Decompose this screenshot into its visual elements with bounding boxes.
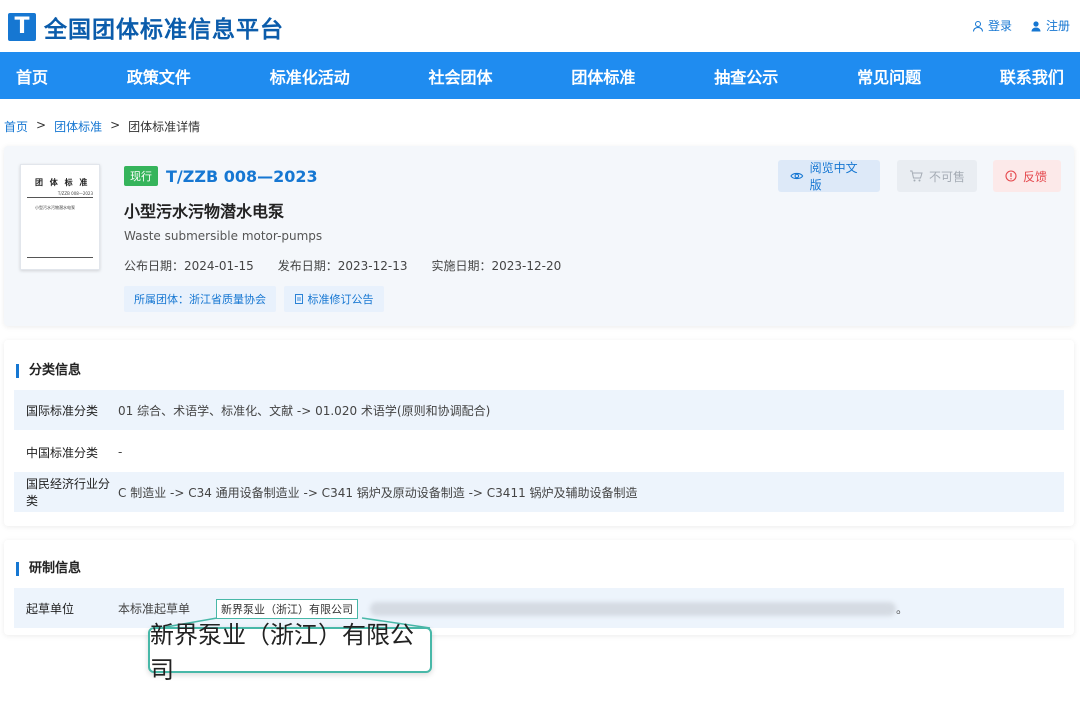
breadcrumb-home[interactable]: 首页 <box>4 118 28 135</box>
publish-date: 公布日期：2024-01-15 <box>124 259 254 273</box>
standard-summary-card: 团 体 标 准 T/ZZB 008—2023 小型污水污物潜水电泵 现行 T/Z… <box>4 146 1074 326</box>
site-title: 全国团体标准信息平台 <box>44 17 284 43</box>
status-badge: 现行 <box>124 166 158 186</box>
row-label: 国际标准分类 <box>26 403 99 418</box>
amendment-notice-chip[interactable]: 标准修订公告 <box>284 286 384 312</box>
standard-code: T/ZZB 008—2023 <box>166 167 318 186</box>
classification-row: 中国标准分类 - <box>14 432 1064 472</box>
thumbnail-code: T/ZZB 008—2023 <box>57 191 93 196</box>
breadcrumb-separator: > <box>110 118 121 132</box>
register-link[interactable]: 注册 <box>1030 17 1070 34</box>
standard-dates: 公布日期：2024-01-15 发布日期：2023-12-13 实施日期：202… <box>124 257 561 274</box>
row-label: 中国标准分类 <box>26 445 99 460</box>
main-nav: 首页 政策文件 标准化活动 社会团体 团体标准 抽查公示 常见问题 联系我们 <box>0 52 1080 99</box>
nav-item-faq[interactable]: 常见问题 <box>857 64 921 88</box>
standard-chips: 所属团体：浙江省质量协会 标准修订公告 <box>124 286 384 312</box>
user-filled-icon <box>1031 20 1041 31</box>
feedback-label: 反馈 <box>1023 169 1048 184</box>
standard-title: 小型污水污物潜水电泵 <box>124 202 285 221</box>
classification-row: 国民经济行业分类 C 制造业 -> C34 通用设备制造业 -> C341 锅炉… <box>14 472 1064 512</box>
breadcrumb-separator: > <box>36 118 47 132</box>
magnified-company-name: 新界泵业（浙江）有限公司 <box>148 621 432 684</box>
breadcrumb-current: 团体标准详情 <box>128 120 201 134</box>
document-icon <box>295 294 303 304</box>
thumbnail-heading: 团 体 标 准 <box>35 178 90 187</box>
not-for-sale-button[interactable]: 不可售 <box>897 160 977 192</box>
nav-item-home[interactable]: 首页 <box>16 64 48 88</box>
nav-item-policy[interactable]: 政策文件 <box>127 64 191 88</box>
thumbnail-rule <box>27 197 93 198</box>
site-logo[interactable]: T 全国团体标准信息平台 <box>8 10 284 44</box>
logo-icon: T <box>8 13 36 41</box>
nav-item-activities[interactable]: 标准化活动 <box>270 64 350 88</box>
drafter-prefix: 本标准起草单 <box>118 601 191 616</box>
breadcrumb: 首页 > 团体标准 > 团体标准详情 <box>4 118 200 135</box>
section-title: 分类信息 <box>16 364 81 378</box>
classification-section: 分类信息 国际标准分类 01 综合、术语学、标准化、文献 -> 01.020 术… <box>4 340 1074 526</box>
amendment-notice-label: 标准修订公告 <box>307 293 374 306</box>
thumbnail-name: 小型污水污物潜水电泵 <box>35 205 75 210</box>
login-label: 登录 <box>987 19 1012 33</box>
nav-item-organizations[interactable]: 社会团体 <box>429 64 493 88</box>
row-value: 01 综合、术语学、标准化、文献 -> 01.020 术语学(原则和协调配合) <box>118 403 491 418</box>
cart-icon <box>910 170 923 182</box>
row-label: 起草单位 <box>26 601 75 616</box>
nav-item-inspection[interactable]: 抽查公示 <box>714 64 778 88</box>
effective-date: 实施日期：2023-12-20 <box>431 259 562 273</box>
read-chinese-button[interactable]: 阅览中文版 <box>778 160 880 192</box>
top-header: T 全国团体标准信息平台 登录 注册 <box>0 0 1080 52</box>
auth-links: 登录 注册 <box>972 17 1070 34</box>
organization-chip[interactable]: 所属团体：浙江省质量协会 <box>124 286 276 312</box>
row-value: - <box>118 445 123 459</box>
standard-title-english: Waste submersible motor-pumps <box>124 229 323 243</box>
drafter-suffix: 。 <box>896 601 909 616</box>
redacted-text <box>370 602 897 616</box>
breadcrumb-standards[interactable]: 团体标准 <box>54 118 102 135</box>
row-value: C 制造业 -> C34 通用设备制造业 -> C341 锅炉及原动设备制造 -… <box>118 485 638 500</box>
read-chinese-label: 阅览中文版 <box>809 161 858 192</box>
not-for-sale-label: 不可售 <box>929 169 966 184</box>
alert-circle-icon <box>1005 170 1017 182</box>
register-label: 注册 <box>1045 19 1070 33</box>
row-label: 国民经济行业分类 <box>26 477 111 508</box>
release-date: 发布日期：2023-12-13 <box>277 259 408 273</box>
login-link[interactable]: 登录 <box>972 17 1012 34</box>
standard-cover-thumbnail[interactable]: 团 体 标 准 T/ZZB 008—2023 小型污水污物潜水电泵 <box>20 164 100 270</box>
section-title: 研制信息 <box>16 562 81 576</box>
eye-icon <box>790 172 804 180</box>
classification-row: 国际标准分类 01 综合、术语学、标准化、文献 -> 01.020 术语学(原则… <box>14 390 1064 430</box>
user-outline-icon <box>972 20 983 32</box>
thumbnail-rule <box>27 257 93 258</box>
feedback-button[interactable]: 反馈 <box>993 160 1061 192</box>
nav-item-standards[interactable]: 团体标准 <box>571 64 635 88</box>
nav-item-contact[interactable]: 联系我们 <box>1000 64 1064 88</box>
